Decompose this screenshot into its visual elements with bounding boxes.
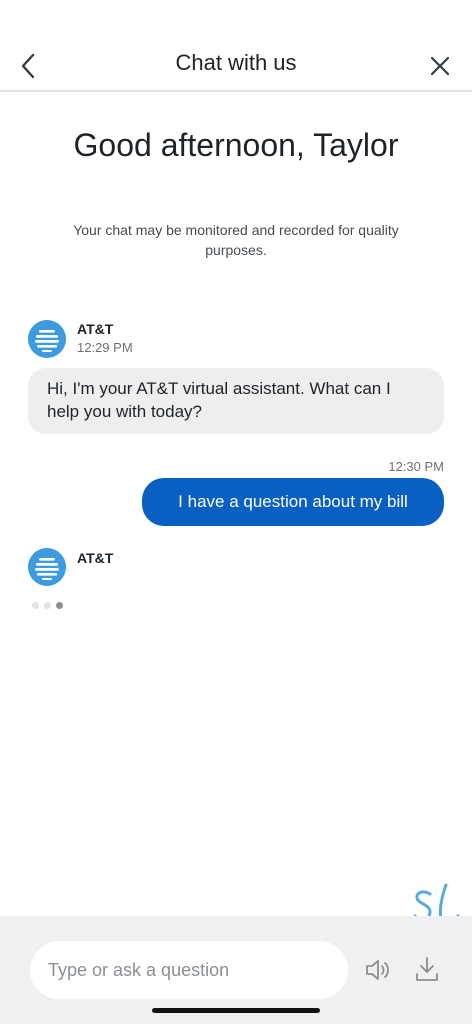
download-button[interactable]: [412, 954, 442, 984]
greeting: Good afternoon, Taylor: [73, 127, 399, 163]
att-globe-icon: [28, 548, 66, 586]
att-globe-icon: [28, 320, 66, 358]
message-sender: AT&T: [77, 550, 114, 566]
agent-avatar: [28, 548, 66, 586]
typing-dot: [32, 602, 39, 609]
close-button[interactable]: [426, 52, 454, 80]
speaker-icon: [366, 960, 389, 980]
typing-indicator: [32, 602, 63, 609]
composer-bar: [0, 916, 472, 1024]
close-icon: [430, 56, 450, 76]
message-input[interactable]: [48, 959, 348, 981]
page-title: Chat with us: [175, 50, 297, 75]
typing-dot: [56, 602, 63, 609]
header: Chat with us: [0, 0, 472, 92]
user-message-bubble: I have a question about my bill: [142, 478, 444, 526]
agent-message-bubble: Hi, I'm your AT&T virtual assistant. Wha…: [28, 368, 444, 434]
typing-dot: [44, 602, 51, 609]
download-icon: [416, 957, 438, 981]
speaker-button[interactable]: [364, 956, 394, 984]
message-time: 12:30 PM: [388, 459, 444, 474]
agent-avatar: [28, 320, 66, 358]
message-sender: AT&T: [77, 321, 114, 337]
message-input-wrapper[interactable]: [30, 941, 348, 999]
home-indicator: [152, 1008, 320, 1013]
message-time: 12:29 PM: [77, 340, 133, 355]
disclaimer: Your chat may be monitored and recorded …: [73, 222, 399, 258]
